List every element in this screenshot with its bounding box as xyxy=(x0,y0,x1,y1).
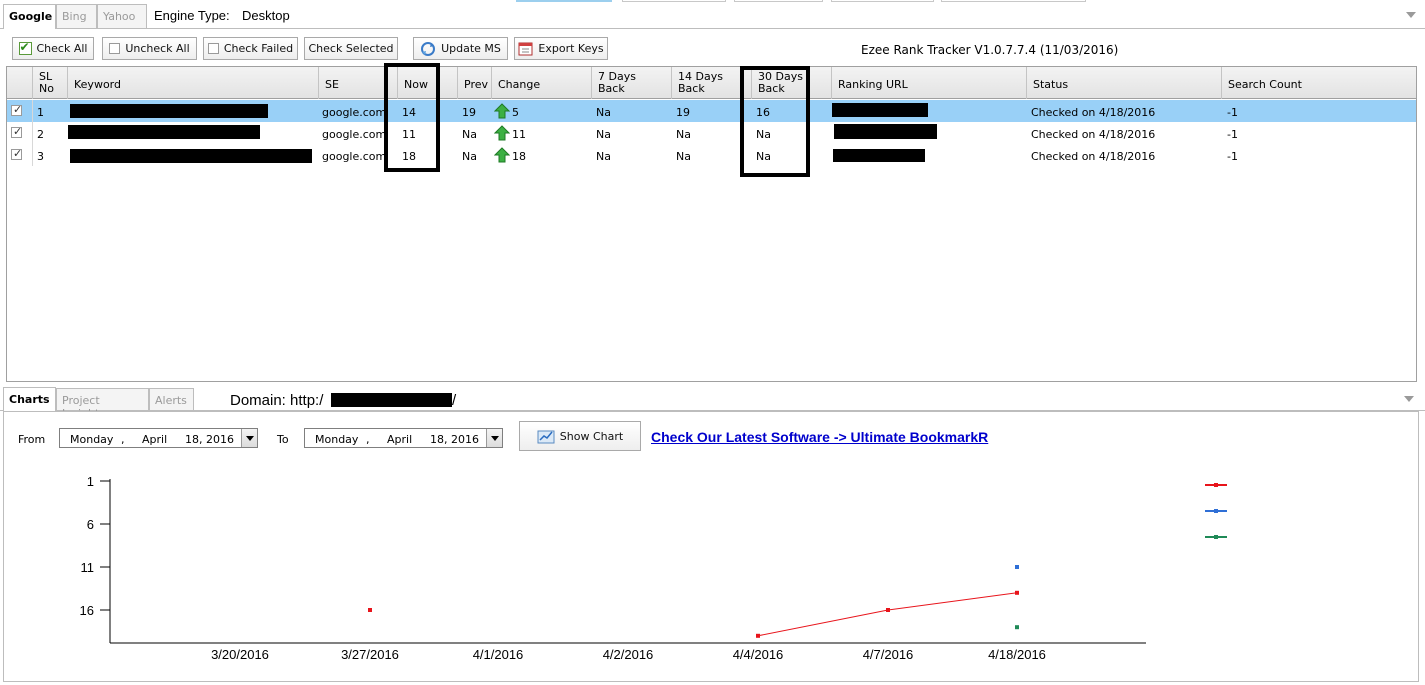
data-point xyxy=(756,633,760,638)
tab-google[interactable]: Google xyxy=(3,4,56,29)
y-tick-label: 6 xyxy=(87,517,94,532)
x-tick-label: 4/2/2016 xyxy=(603,647,654,662)
data-point xyxy=(368,608,372,612)
data-point xyxy=(1015,625,1019,630)
y-tick-label: 11 xyxy=(81,560,95,575)
legend-marker xyxy=(1214,509,1218,513)
legend-marker xyxy=(1214,483,1218,487)
x-tick-label: 4/7/2016 xyxy=(863,647,914,662)
y-tick-label: 16 xyxy=(80,603,94,618)
x-tick-label: 4/4/2016 xyxy=(733,647,784,662)
y-tick-label: 1 xyxy=(87,474,94,489)
data-point xyxy=(1015,565,1019,569)
data-point xyxy=(1015,590,1019,595)
x-tick-label: 4/1/2016 xyxy=(473,647,524,662)
ranking-chart: 1611163/20/2016 3/27/2016 4/1/2016 4/2/2016… xyxy=(80,474,1227,662)
data-point xyxy=(886,608,890,612)
tab-charts[interactable]: Charts xyxy=(3,387,56,411)
legend-marker xyxy=(1214,535,1218,539)
x-tick-label: 3/27/2016 xyxy=(341,647,399,662)
series-line xyxy=(757,592,1018,637)
x-tick-label: 3/20/2016 xyxy=(211,647,269,662)
x-tick-label: 4/18/2016 xyxy=(988,647,1046,662)
